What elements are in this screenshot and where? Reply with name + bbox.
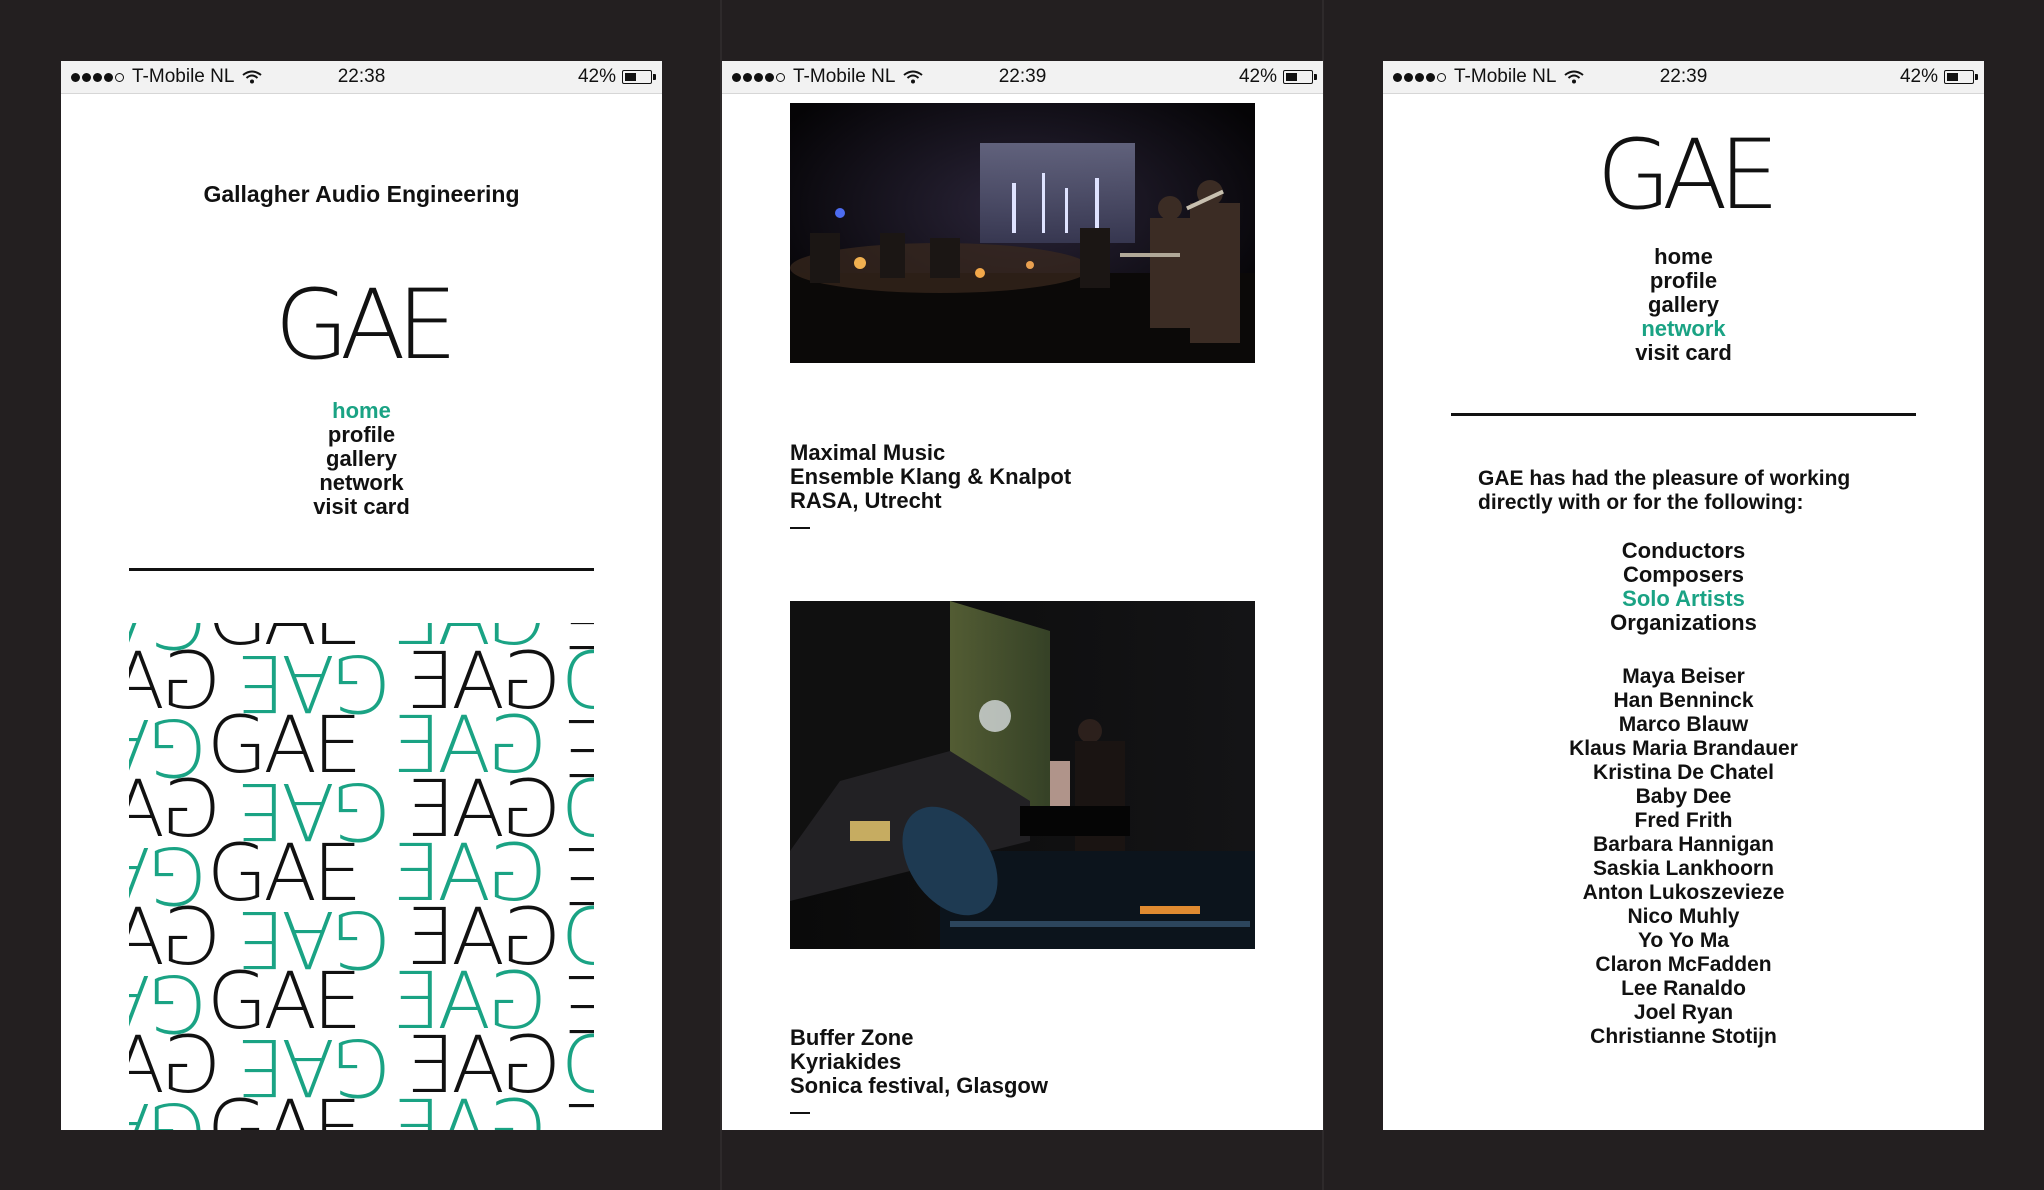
- concert-photo-image: [790, 103, 1255, 363]
- site-title: Gallagher Audio Engineering: [203, 181, 520, 207]
- category-conductors[interactable]: Conductors: [1383, 539, 1984, 563]
- gallery-caption: Buffer Zone Kyriakides Sonica festival, …: [790, 1026, 1048, 1114]
- pattern-logo: GAE: [207, 1085, 362, 1130]
- category-organizations[interactable]: Organizations: [1383, 611, 1984, 635]
- logo-text: GAE: [1596, 119, 1780, 231]
- main-nav: home profile gallery network visit card: [1383, 245, 1984, 365]
- network-name-list: Maya Beiser Han Benninck Marco Blauw Kla…: [1383, 665, 1984, 1049]
- nav-item-profile[interactable]: profile: [61, 423, 662, 447]
- network-name: Marco Blauw: [1618, 713, 1749, 736]
- caption-dash: [790, 527, 810, 529]
- network-name: Barbara Hannigan: [1593, 833, 1774, 856]
- nav-item-visit-card[interactable]: visit card: [61, 495, 662, 519]
- logo-pattern: GAEGAEGAEGAE GAEGAEGAEGAE GAEGAEGAEGAE G…: [129, 623, 594, 1130]
- battery-percent: 42%: [1899, 66, 1938, 87]
- gallery-caption: Maximal Music Ensemble Klang & Knalpot R…: [790, 441, 1071, 529]
- network-name: Fred Frith: [1634, 809, 1733, 832]
- network-name: Claron McFadden: [1595, 953, 1772, 976]
- logo-text: GAE: [274, 269, 458, 381]
- category-solo-artists[interactable]: Solo Artists: [1383, 587, 1984, 611]
- logo[interactable]: GAE: [1383, 119, 1984, 231]
- gallery-photo[interactable]: [790, 103, 1255, 363]
- battery-icon: [622, 70, 656, 84]
- network-name: Anton Lukoszevieze: [1582, 881, 1785, 904]
- network-name: Kristina De Chatel: [1593, 761, 1774, 784]
- status-bar: T-Mobile NL 22:39 42%: [722, 61, 1323, 94]
- nav-item-network[interactable]: network: [1383, 317, 1984, 341]
- phone-screen-home: T-Mobile NL 22:38 42% Gallagher Audio En…: [61, 61, 662, 1130]
- pattern-logo: GAE: [547, 1085, 594, 1130]
- nav-item-home[interactable]: home: [61, 399, 662, 423]
- main-nav: home profile gallery network visit card: [61, 399, 662, 519]
- clock: 22:38: [337, 66, 386, 87]
- battery-percent: 42%: [577, 66, 616, 87]
- clock: 22:39: [998, 66, 1047, 87]
- caption-performer: Ensemble Klang & Knalpot: [790, 464, 1072, 489]
- nav-item-profile[interactable]: profile: [1383, 269, 1984, 293]
- caption-title: Buffer Zone: [790, 1025, 914, 1050]
- network-name: Baby Dee: [1635, 785, 1732, 808]
- divider-rule: [1451, 413, 1916, 416]
- category-composers[interactable]: Composers: [1383, 563, 1984, 587]
- caption-dash: [790, 1112, 810, 1114]
- nav-item-home[interactable]: home: [1383, 245, 1984, 269]
- nav-item-gallery[interactable]: gallery: [1383, 293, 1984, 317]
- network-name: Klaus Maria Brandauer: [1569, 737, 1798, 760]
- caption-performer: Kyriakides: [790, 1049, 902, 1074]
- caption-venue: Sonica festival, Glasgow: [790, 1073, 1048, 1098]
- network-name: Yo Yo Ma: [1637, 929, 1729, 952]
- battery-icon: [1283, 70, 1317, 84]
- nav-item-network[interactable]: network: [61, 471, 662, 495]
- pattern-logo: GAE: [129, 1085, 207, 1130]
- network-name: Maya Beiser: [1622, 665, 1745, 688]
- network-name: Christianne Stotijn: [1590, 1025, 1777, 1048]
- gallery-photo[interactable]: [790, 601, 1255, 949]
- nav-item-gallery[interactable]: gallery: [61, 447, 662, 471]
- divider-rule: [129, 568, 594, 571]
- logo[interactable]: GAE: [61, 269, 662, 381]
- network-name: Saskia Lankhoorn: [1593, 857, 1774, 880]
- status-bar: T-Mobile NL 22:38 42%: [61, 61, 662, 94]
- nav-item-visit-card[interactable]: visit card: [1383, 341, 1984, 365]
- network-name: Nico Muhly: [1627, 905, 1740, 928]
- status-bar: T-Mobile NL 22:39 42%: [1383, 61, 1984, 94]
- network-name: Han Benninck: [1613, 689, 1754, 712]
- battery-icon: [1944, 70, 1978, 84]
- clock: 22:39: [1659, 66, 1708, 87]
- network-categories: Conductors Composers Solo Artists Organi…: [1383, 539, 1984, 635]
- caption-venue: RASA, Utrecht: [790, 488, 942, 513]
- network-intro: GAE has had the pleasure of working dire…: [1478, 467, 1851, 514]
- pattern-logo: GAE: [395, 1085, 547, 1130]
- concert-photo-image: [790, 601, 1255, 949]
- network-name: Lee Ranaldo: [1621, 977, 1746, 1000]
- phone-screen-gallery: T-Mobile NL 22:39 42% Maximal Music Ense…: [722, 61, 1323, 1130]
- caption-title: Maximal Music: [790, 440, 946, 465]
- battery-percent: 42%: [1238, 66, 1277, 87]
- phone-screen-network: T-Mobile NL 22:39 42% GAE home profile g…: [1383, 61, 1984, 1130]
- network-name: Joel Ryan: [1633, 1001, 1734, 1024]
